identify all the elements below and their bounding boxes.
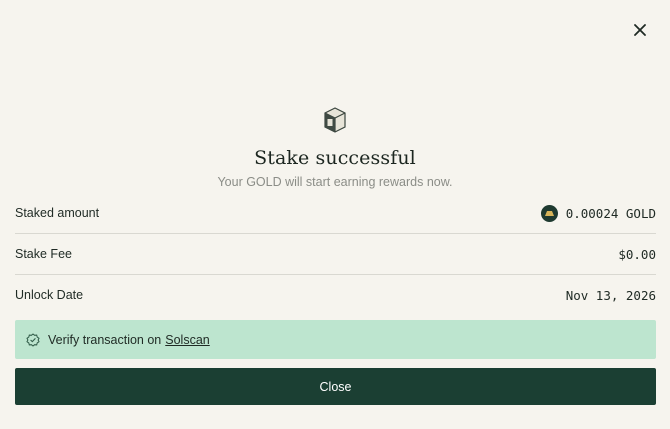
close-button[interactable]: Close <box>15 368 656 405</box>
detail-label: Staked amount <box>15 206 100 220</box>
gold-coin-icon <box>540 204 558 222</box>
detail-label: Unlock Date <box>15 288 84 302</box>
gold-cube-icon <box>322 106 348 134</box>
detail-value: Nov 13, 2026 <box>565 287 656 303</box>
verify-banner: Verify transaction on Solscan <box>15 320 656 359</box>
detail-row-staked-amount: Staked amount 0.00024 GOLD <box>15 193 656 233</box>
verify-text: Verify transaction on <box>48 332 162 347</box>
verified-badge-icon <box>26 332 40 347</box>
close-icon[interactable] <box>630 20 650 40</box>
solscan-link[interactable]: Solscan <box>165 333 209 347</box>
detail-value: 0.00024 GOLD <box>565 205 656 221</box>
page-title: Stake successful <box>254 147 416 169</box>
detail-row-unlock-date: Unlock Date Nov 13, 2026 <box>15 274 656 315</box>
page-subtitle: Your GOLD will start earning rewards now… <box>217 175 453 189</box>
stake-details: Staked amount 0.00024 GOLD Stake Fee $0.… <box>15 193 656 315</box>
detail-value: $0.00 <box>618 246 656 262</box>
detail-label: Stake Fee <box>15 247 72 261</box>
success-header: Stake successful Your GOLD will start ea… <box>0 106 670 189</box>
detail-value-wrap: 0.00024 GOLD <box>540 204 656 222</box>
detail-row-stake-fee: Stake Fee $0.00 <box>15 233 656 274</box>
